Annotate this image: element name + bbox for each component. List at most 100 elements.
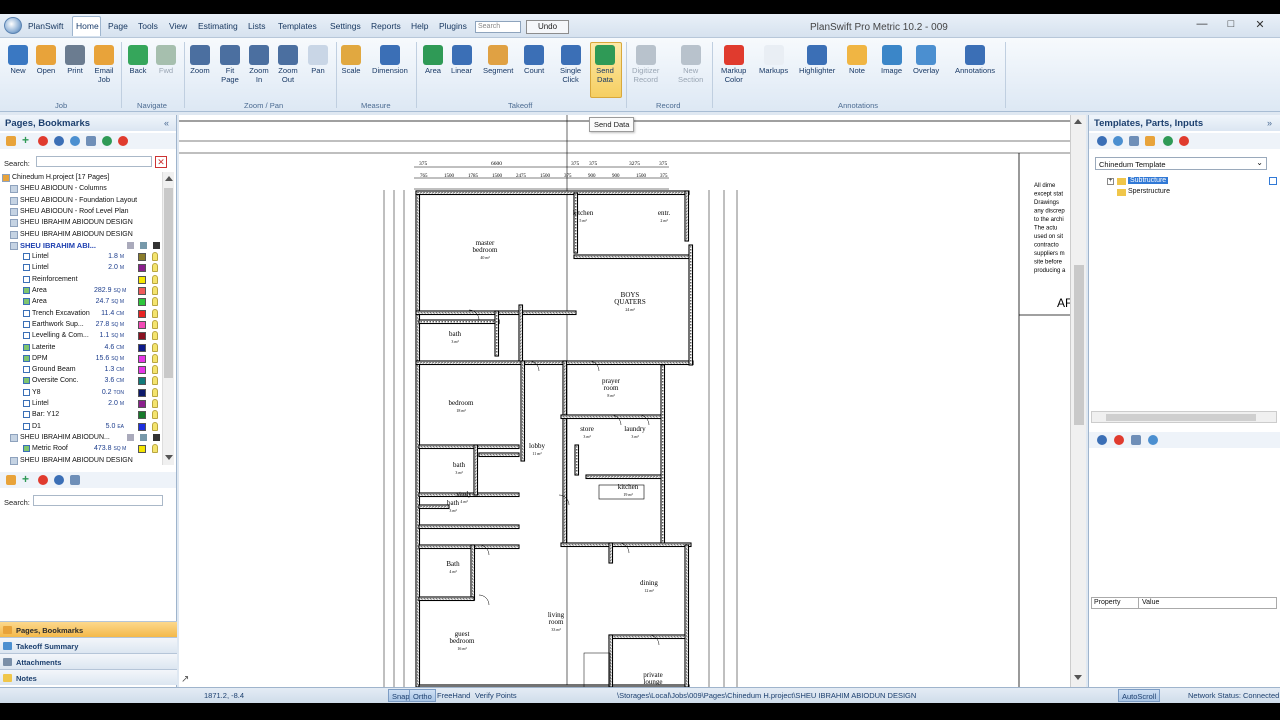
ribbon-button-open[interactable]: Open xyxy=(36,45,56,76)
add-circle-icon[interactable] xyxy=(102,136,112,146)
tree-scrollbar[interactable] xyxy=(162,172,174,465)
menu-plugins[interactable]: Plugins xyxy=(439,21,467,31)
color-swatch[interactable] xyxy=(138,253,146,262)
menu-help[interactable]: Help xyxy=(411,21,428,31)
folder-icon[interactable] xyxy=(6,475,16,485)
refresh-icon[interactable] xyxy=(1113,136,1123,146)
color-swatch[interactable] xyxy=(138,275,146,284)
close-icon[interactable]: ✕ xyxy=(1250,18,1270,31)
takeoff-item[interactable]: Lintel 2.0 M xyxy=(2,398,162,409)
takeoff-item[interactable]: Area 24.7 SQ M xyxy=(2,296,162,307)
lightbulb-icon[interactable] xyxy=(152,353,158,363)
takeoff-item[interactable]: Reinforcement xyxy=(2,274,162,285)
ribbon-button-new-section[interactable]: New Section xyxy=(678,45,703,84)
ribbon-button-send-data[interactable]: Send Data xyxy=(595,45,615,84)
ribbon-button-fwd[interactable]: Fwd xyxy=(156,45,176,76)
ribbon-button-zoom[interactable]: Zoom xyxy=(190,45,210,76)
menu-tools[interactable]: Tools xyxy=(138,21,158,31)
lightbulb-icon[interactable] xyxy=(152,421,158,431)
takeoff-item[interactable]: Laterite 4.6 CM xyxy=(2,342,162,353)
takeoff-item[interactable]: Lintel 2.0 M xyxy=(2,262,162,273)
folder-icon[interactable] xyxy=(6,136,16,146)
resize-arrow-icon[interactable]: ↗ xyxy=(181,674,189,685)
page-node[interactable]: SHEU ABIODUN - Columns xyxy=(2,183,162,194)
color-swatch[interactable] xyxy=(138,445,146,454)
ribbon-button-segment[interactable]: Segment xyxy=(483,45,513,76)
page-node[interactable]: SHEU IBRAHIM ABI... xyxy=(2,240,162,251)
ribbon-button-highlighter[interactable]: Highlighter xyxy=(799,45,835,76)
ribbon-button-pan[interactable]: Pan xyxy=(308,45,328,76)
takeoff-item[interactable]: Bar: Y12 xyxy=(2,409,162,420)
color-swatch[interactable] xyxy=(138,332,146,341)
sort-icon[interactable] xyxy=(86,136,96,146)
page-node[interactable]: SHEU IBRAHIM ABIODUN DESIGN xyxy=(2,217,162,228)
lightbulb-icon[interactable] xyxy=(152,444,158,454)
drawing-canvas[interactable]: 375 6600 375 375 3275 375 765 1500 1785 1500 2475 1… xyxy=(179,115,1070,687)
remove-circle-icon[interactable] xyxy=(1179,136,1189,146)
undo-button[interactable]: Undo xyxy=(526,20,569,34)
ribbon-button-scale[interactable]: Scale xyxy=(341,45,361,76)
takeoff-item[interactable]: Earthwork Sup... 27.8 SQ M xyxy=(2,319,162,330)
takeoff-item[interactable]: Area 282.9 SQ M xyxy=(2,285,162,296)
page-tool-icon[interactable] xyxy=(153,241,160,249)
page-tool-icon[interactable] xyxy=(153,433,160,441)
tree-item-subtructure[interactable]: + Subtructure xyxy=(1107,177,1267,187)
template-hscroll[interactable] xyxy=(1091,411,1277,423)
menu-estimating[interactable]: Estimating xyxy=(198,21,238,31)
collapse-panel-icon[interactable]: « xyxy=(164,118,169,128)
color-swatch[interactable] xyxy=(138,411,146,420)
ribbon-button-back[interactable]: Back xyxy=(128,45,148,76)
page-tool-icon[interactable] xyxy=(140,241,147,249)
page-tool-icon[interactable] xyxy=(127,241,134,249)
template-select[interactable]: Chinedum Template ⌄ xyxy=(1095,157,1267,170)
ribbon-button-dimension[interactable]: Dimension xyxy=(372,45,408,76)
color-swatch[interactable] xyxy=(138,320,146,329)
ribbon-button-zoom-in[interactable]: Zoom In xyxy=(249,45,269,84)
page-node[interactable]: SHEU IBRAHIM ABIODUN DESIGN xyxy=(2,455,162,466)
refresh-icon[interactable] xyxy=(1148,435,1158,445)
refresh-icon[interactable] xyxy=(70,136,80,146)
lightbulb-icon[interactable] xyxy=(152,252,158,262)
ribbon-button-print[interactable]: Print xyxy=(65,45,85,76)
menu-settings[interactable]: Settings xyxy=(330,21,361,31)
takeoff-item[interactable]: Ground Beam 1.3 CM xyxy=(2,364,162,375)
takeoff-item[interactable]: Levelling & Com... 1.1 SQ M xyxy=(2,330,162,341)
pages-search-input[interactable] xyxy=(36,156,152,167)
ribbon-button-markups[interactable]: Markups xyxy=(759,45,788,76)
lightbulb-icon[interactable] xyxy=(152,376,158,386)
ribbon-button-single-click[interactable]: Single Click xyxy=(560,45,581,84)
menu-templates[interactable]: Templates xyxy=(278,21,317,31)
add-icon[interactable]: + xyxy=(22,134,32,146)
takeoff-item[interactable]: D1 5.0 EA xyxy=(2,421,162,432)
tree-icon[interactable] xyxy=(1129,136,1139,146)
takeoff-item[interactable]: DPM 15.6 SQ M xyxy=(2,353,162,364)
lightbulb-icon[interactable] xyxy=(152,263,158,273)
ribbon-button-new[interactable]: New xyxy=(8,45,28,76)
ribbon-button-email-job[interactable]: Email Job xyxy=(94,45,114,84)
tree-checkbox[interactable] xyxy=(1269,177,1277,185)
page-tool-icon[interactable] xyxy=(127,433,134,441)
canvas-vertical-scrollbar[interactable] xyxy=(1070,115,1086,687)
autoscroll-toggle[interactable]: AutoScroll xyxy=(1118,689,1161,702)
color-swatch[interactable] xyxy=(138,422,146,431)
takeoff-item[interactable]: Trench Excavation 11.4 CM xyxy=(2,308,162,319)
page-node[interactable]: SHEU IBRAHIM ABIODUN DESIGN xyxy=(2,229,162,240)
color-swatch[interactable] xyxy=(138,388,146,397)
gear-icon[interactable] xyxy=(1097,435,1107,445)
ribbon-button-count[interactable]: Count xyxy=(524,45,544,76)
ribbon-button-linear[interactable]: Linear xyxy=(451,45,472,76)
ribbon-button-digitizer-record[interactable]: Digitizer Record xyxy=(632,45,659,84)
sort-icon[interactable] xyxy=(70,475,80,485)
menu-page[interactable]: Page xyxy=(108,21,128,31)
takeoff-item[interactable]: Oversite Conc. 3.6 CM xyxy=(2,375,162,386)
color-swatch[interactable] xyxy=(138,354,146,363)
takeoff-item[interactable]: Lintel 1.8 M xyxy=(2,251,162,262)
lightbulb-icon[interactable] xyxy=(152,410,158,420)
page-node[interactable]: SHEU ABIODUN - Roof Level Plan xyxy=(2,206,162,217)
add-icon[interactable]: + xyxy=(22,473,32,485)
accordion-pages-bookmarks[interactable]: Pages, Bookmarks xyxy=(0,621,177,637)
menu-home[interactable]: Home xyxy=(72,16,101,36)
menu-search-input[interactable]: Search xyxy=(475,21,521,33)
ribbon-button-note[interactable]: Note xyxy=(847,45,867,76)
color-swatch[interactable] xyxy=(138,287,146,295)
